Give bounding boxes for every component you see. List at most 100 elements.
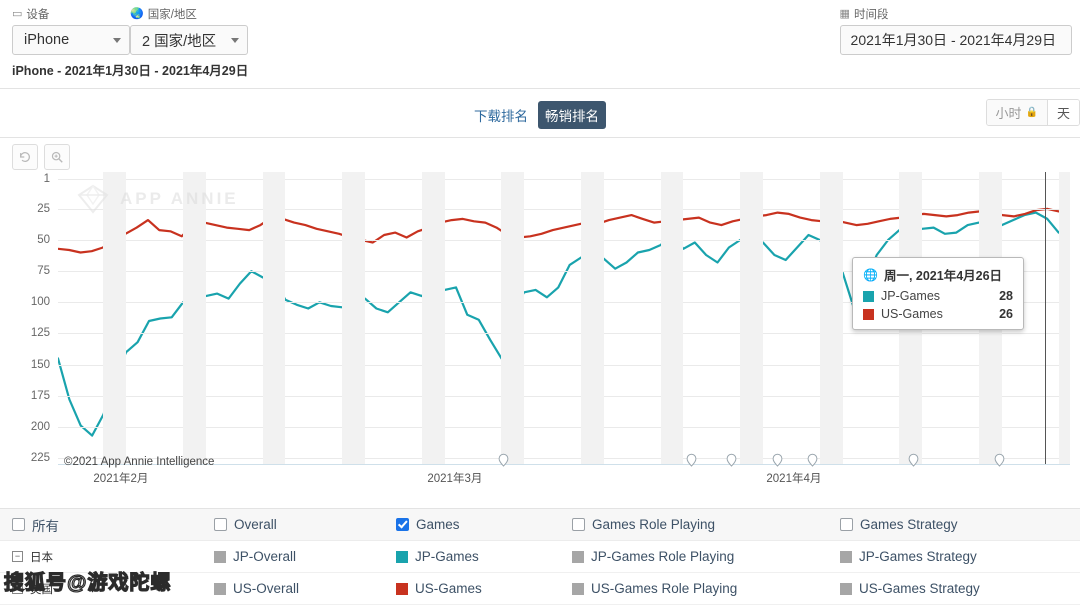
color-swatch <box>214 550 226 563</box>
legend-label: JP-Games Role Playing <box>591 549 735 564</box>
y-axis-tick: 200 <box>30 420 50 433</box>
y-axis-tick: 125 <box>30 327 50 340</box>
legend-series-us-games-strategy[interactable]: US-Games Strategy <box>840 581 1070 596</box>
zoom-in-button[interactable] <box>44 144 70 170</box>
daterange-filter: ▦ 时间段 2021年1月30日 - 2021年4月29日 <box>839 6 1072 55</box>
checkbox[interactable] <box>12 518 25 531</box>
weekend-band <box>342 172 365 465</box>
zoom-in-icon <box>51 151 63 163</box>
chart-tooltip: 🌐 周一, 2021年4月26日 JP-Games 28 US-Games 26 <box>852 257 1024 330</box>
pin-icon[interactable] <box>907 453 920 470</box>
legend-series-us-overall[interactable]: US-Overall <box>214 581 396 596</box>
y-axis-tick: 100 <box>30 296 50 309</box>
x-axis-tick: 2021年4月 <box>766 473 822 485</box>
weekend-band <box>183 172 206 465</box>
rank-type-tabs: 下载排名 畅销排名 <box>474 101 606 129</box>
pin-icon[interactable] <box>806 453 819 470</box>
pin-icon[interactable] <box>497 453 510 470</box>
pin-icon[interactable] <box>771 453 784 470</box>
reset-zoom-button[interactable] <box>12 144 38 170</box>
legend-label: Games Role Playing <box>592 517 716 532</box>
legend-series-jp-overall[interactable]: JP-Overall <box>214 549 396 564</box>
weekend-band <box>660 172 684 465</box>
color-swatch <box>572 550 584 563</box>
color-swatch <box>572 582 584 595</box>
chevron-down-icon <box>231 37 239 43</box>
collapse-icon[interactable]: − <box>12 551 23 562</box>
legend-checkbox-games[interactable]: Games <box>396 517 572 532</box>
tab-grossing-rank[interactable]: 畅销排名 <box>538 101 606 129</box>
tooltip-series-name: US-Games <box>881 307 943 321</box>
legend-checkbox-games-role-playing[interactable]: Games Role Playing <box>572 517 840 532</box>
legend-series-jp-games[interactable]: JP-Games <box>396 549 572 564</box>
device-filter: ▭ 设备 iPhone <box>12 6 130 55</box>
legend-checkbox-all[interactable]: 所有 <box>12 515 214 535</box>
country-select[interactable]: 2 国家/地区 <box>130 25 248 55</box>
y-axis-tick: 50 <box>37 234 50 247</box>
y-axis-tick: 175 <box>30 389 50 402</box>
country-filter: 🌏 国家/地区 2 国家/地区 <box>130 6 248 55</box>
country-group-japan[interactable]: − 日本 <box>12 549 214 565</box>
weekend-band <box>262 172 286 465</box>
tooltip-header: 🌐 周一, 2021年4月26日 <box>863 265 1013 284</box>
filter-bar: ▭ 设备 iPhone 🌏 国家/地区 2 国家/地区 ▦ 时间段 2021年1… <box>0 0 1080 89</box>
checkbox[interactable] <box>396 518 409 531</box>
legend-series-jp-games-role-playing[interactable]: JP-Games Role Playing <box>572 549 840 564</box>
country-select-value: 2 国家/地区 <box>142 33 217 50</box>
checkbox[interactable] <box>572 518 585 531</box>
tab-download-rank[interactable]: 下载排名 <box>474 105 528 125</box>
legend-series-us-games[interactable]: US-Games <box>396 581 572 596</box>
lock-icon: 🔒 <box>1025 107 1038 118</box>
color-swatch <box>396 582 408 595</box>
checkbox[interactable] <box>840 518 853 531</box>
legend-label: US-Overall <box>233 581 300 596</box>
granularity-day-label: 天 <box>1056 106 1070 121</box>
weekend-band <box>501 172 525 465</box>
granularity-day-button[interactable]: 天 <box>1046 100 1079 125</box>
calendar-icon: ▦ <box>839 7 850 20</box>
legend-series-us-games-role-playing[interactable]: US-Games Role Playing <box>572 581 840 596</box>
weekend-band <box>740 172 763 465</box>
y-axis-tick: 75 <box>37 265 50 278</box>
legend-series-jp-games-strategy[interactable]: JP-Games Strategy <box>840 549 1070 564</box>
country-label-text: 国家/地区 <box>147 9 197 21</box>
device-label-text: 设备 <box>26 9 50 21</box>
granularity-toggle: 小时 🔒 天 <box>985 99 1080 126</box>
globe-icon: 🌏 <box>130 7 144 20</box>
device-icon: ▭ <box>12 7 23 20</box>
pin-icon[interactable] <box>993 453 1006 470</box>
x-axis-tick: 2021年3月 <box>427 473 483 485</box>
globe-icon: 🌐 <box>863 267 878 282</box>
chart-crosshair <box>1044 172 1046 465</box>
color-swatch <box>840 550 852 563</box>
daterange-value: 2021年1月30日 - 2021年4月29日 <box>850 32 1056 48</box>
legend-checkbox-games-strategy[interactable]: Games Strategy <box>840 517 1070 532</box>
y-axis-tick: 1 <box>43 173 50 185</box>
pin-icon[interactable] <box>725 453 738 470</box>
daterange-select[interactable]: 2021年1月30日 - 2021年4月29日 <box>839 25 1072 55</box>
device-select[interactable]: iPhone <box>12 25 130 55</box>
weekend-band <box>581 172 604 465</box>
divider-tabs <box>0 137 1080 138</box>
legend-label: US-Games Strategy <box>859 581 980 596</box>
tooltip-color-swatch <box>863 290 874 302</box>
checkbox[interactable] <box>214 518 227 531</box>
y-axis-tick: 225 <box>30 452 50 464</box>
weekend-band <box>103 172 127 465</box>
x-axis-labels: 2021年2月 2021年3月 2021年4月 <box>12 470 1070 490</box>
pin-icon[interactable] <box>685 453 698 470</box>
tooltip-row: US-Games 26 <box>863 307 1013 321</box>
weekend-band <box>421 172 445 465</box>
chart-toolbar <box>12 144 70 170</box>
legend-header-row: 所有 Overall Games Games Role Playing Game… <box>0 509 1080 541</box>
chevron-down-icon <box>113 37 121 43</box>
tooltip-date: 周一, 2021年4月26日 <box>883 269 1003 283</box>
tooltip-series-name: JP-Games <box>881 289 941 303</box>
y-axis-tick: 25 <box>37 202 50 215</box>
legend-checkbox-overall[interactable]: Overall <box>214 517 396 532</box>
granularity-hour-label: 小时 <box>995 106 1022 121</box>
legend-label: JP-Games <box>415 549 479 564</box>
color-swatch <box>396 550 408 563</box>
y-axis-tick: 150 <box>30 358 50 371</box>
legend-label: Games Strategy <box>860 517 958 532</box>
